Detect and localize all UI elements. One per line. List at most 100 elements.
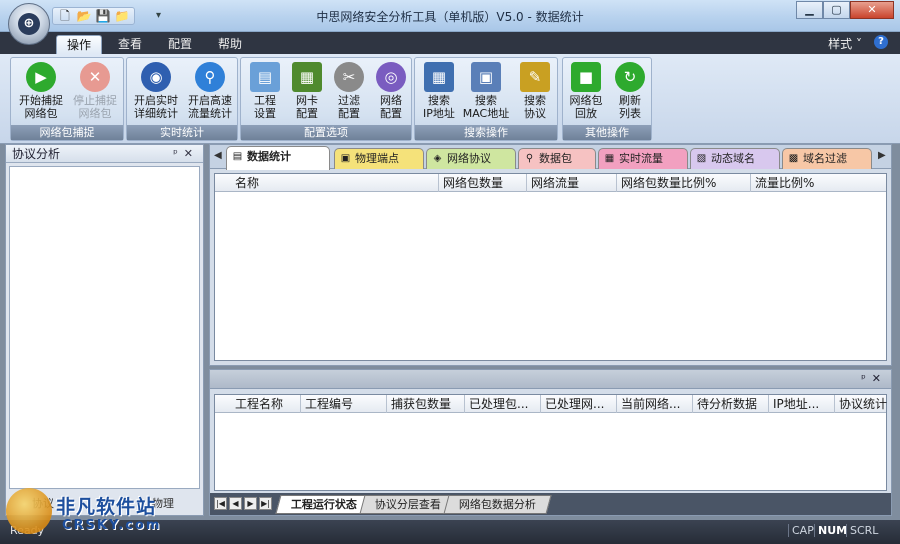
- scrl-indicator: SCRL: [846, 524, 881, 537]
- next-tab-icon[interactable]: ▶: [244, 497, 257, 510]
- tab-realtime-traffic[interactable]: ▦ 实时流量: [598, 148, 688, 169]
- start-capture-button[interactable]: ▶ 开始捕捉 网络包: [15, 60, 67, 120]
- search-ip-label-1: 搜索: [428, 94, 450, 107]
- watermark-logo-icon: [6, 488, 52, 534]
- bottom-close-icon[interactable]: ✕: [872, 372, 887, 385]
- ribbon: ▶ 开始捕捉 网络包 ✕ 停止捕捉 网络包 网络包捕捉 ◉ 开启实时 详细统计 …: [0, 54, 900, 144]
- last-tab-icon[interactable]: ▶|: [259, 497, 272, 510]
- group-label-search: 搜索操作: [415, 125, 557, 140]
- watermark-url: CRSKY.com: [62, 518, 162, 533]
- search-icon: ⚲: [195, 62, 225, 92]
- col-processed-network[interactable]: 已处理网...: [541, 395, 617, 413]
- group-search-operations: ▦ 搜索 IP地址 ▣ 搜索 MAC地址 ✎ 搜索 协议 搜索操作: [414, 57, 558, 141]
- filter-config-label-1: 过滤: [338, 94, 360, 107]
- col-traffic-ratio[interactable]: 流量比例%: [751, 174, 884, 192]
- refresh-list-button[interactable]: ↻ 刷新 列表: [609, 60, 651, 120]
- col-project-name[interactable]: 工程名称: [215, 395, 301, 413]
- search-ip-button[interactable]: ▦ 搜索 IP地址: [419, 60, 459, 120]
- protocol-tree[interactable]: [9, 166, 200, 489]
- style-menu[interactable]: 样式 ˅: [828, 35, 862, 52]
- tab-network-protocol[interactable]: ◈ 网络协议: [426, 148, 516, 169]
- globe-icon: ◎: [376, 62, 406, 92]
- protocol-search-icon: ✎: [520, 62, 550, 92]
- panel-header: 协议分析 ᵖ✕: [6, 145, 203, 163]
- col-protocol-stats[interactable]: 协议统计: [835, 395, 888, 413]
- window-title: 中思网络安全分析工具（单机版）V5.0 - 数据统计: [316, 10, 584, 24]
- search-protocol-button[interactable]: ✎ 搜索 协议: [515, 60, 555, 120]
- tab-data-statistics-label: 数据统计: [247, 150, 291, 163]
- col-captured-packets[interactable]: 捕获包数量: [387, 395, 465, 413]
- help-icon[interactable]: ?: [874, 35, 888, 49]
- search-protocol-label-1: 搜索: [524, 94, 546, 107]
- bottom-pin-icon[interactable]: ᵖ: [861, 372, 872, 385]
- tab-help[interactable]: 帮助: [208, 35, 252, 54]
- project-grid[interactable]: 工程名称 工程编号 捕获包数量 已处理包... 已处理网... 当前网络... …: [214, 394, 887, 491]
- tabs-scroll-left-icon[interactable]: ◀: [214, 150, 222, 161]
- project-grid-header: 工程名称 工程编号 捕获包数量 已处理包... 已处理网... 当前网络... …: [215, 395, 888, 413]
- packet-icon: ⚲: [525, 153, 534, 164]
- search-mac-label-1: 搜索: [475, 94, 497, 107]
- tab-protocol-layers[interactable]: 协议分层查看: [359, 495, 457, 514]
- nic-config-label-1: 网卡: [296, 94, 318, 107]
- tab-domain-filter[interactable]: ▩ 域名过滤: [782, 148, 872, 169]
- nic-config-button[interactable]: ▦ 网卡 配置: [287, 60, 327, 120]
- tab-physical-endpoints[interactable]: ▣ 物理端点: [334, 148, 424, 169]
- tab-data-statistics[interactable]: ▤ 数据统计: [226, 146, 330, 170]
- prev-tab-icon[interactable]: ◀: [229, 497, 242, 510]
- col-project-id[interactable]: 工程编号: [301, 395, 387, 413]
- packet-replay-label-1: 网络包: [569, 94, 603, 107]
- filter-config-button[interactable]: ✂ 过滤 配置: [329, 60, 369, 120]
- stop-capture-button[interactable]: ✕ 停止捕捉 网络包: [69, 60, 121, 120]
- realtime-detail-label-1: 开启实时: [134, 94, 178, 107]
- tab-project-status-label: 工程运行状态: [290, 498, 357, 511]
- refresh-list-label-2: 列表: [619, 107, 641, 120]
- col-pending-data[interactable]: 待分析数据: [693, 395, 769, 413]
- realtime-detail-stats-button[interactable]: ◉ 开启实时 详细统计: [129, 60, 183, 120]
- search-mac-label-2: MAC地址: [462, 107, 510, 120]
- packet-replay-button[interactable]: ■ 网络包 回放: [565, 60, 607, 120]
- domain-icon: ▧: [696, 153, 707, 164]
- col-name[interactable]: 名称: [215, 174, 439, 192]
- tab-packet-analysis[interactable]: 网络包数据分析: [443, 495, 552, 514]
- protocol-analysis-panel: 协议分析 ᵖ✕ 协议 物理: [5, 144, 204, 516]
- statistics-grid[interactable]: 名称 网络包数量 网络流量 网络包数量比例% 流量比例%: [214, 173, 887, 361]
- application-menu-button[interactable]: ⊕: [8, 3, 50, 45]
- filter-icon: ▩: [788, 153, 799, 164]
- col-packet-ratio[interactable]: 网络包数量比例%: [617, 174, 751, 192]
- refresh-list-label-1: 刷新: [619, 94, 641, 107]
- search-mac-button[interactable]: ▣ 搜索 MAC地址: [461, 60, 511, 120]
- group-other-operations: ■ 网络包 回放 ↻ 刷新 列表 其他操作: [562, 57, 652, 141]
- radar-icon: ◉: [141, 62, 171, 92]
- first-tab-icon[interactable]: |◀: [214, 497, 227, 510]
- ribbon-tab-bar: 操作 查看 配置 帮助: [0, 32, 900, 54]
- tabs-scroll-right-icon[interactable]: ▶: [878, 150, 886, 161]
- tab-packets[interactable]: ⚲ 数据包: [518, 148, 596, 169]
- group-realtime-stats: ◉ 开启实时 详细统计 ⚲ 开启高速 流量统计 实时统计: [126, 57, 238, 141]
- high-speed-label-2: 流量统计: [188, 107, 232, 120]
- col-traffic[interactable]: 网络流量: [527, 174, 617, 192]
- group-label-other: 其他操作: [563, 125, 651, 140]
- tab-network-protocol-label: 网络协议: [447, 152, 491, 165]
- close-button[interactable]: ✕: [850, 1, 894, 19]
- tab-config[interactable]: 配置: [158, 35, 202, 54]
- stop-capture-label-1: 停止捕捉: [73, 94, 117, 107]
- maximize-button[interactable]: ▢: [823, 1, 850, 19]
- col-ip-address[interactable]: IP地址...: [769, 395, 835, 413]
- col-current-network[interactable]: 当前网络...: [617, 395, 693, 413]
- tab-dynamic-domain[interactable]: ▧ 动态域名: [690, 148, 780, 169]
- tab-operation[interactable]: 操作: [56, 35, 103, 54]
- network-config-button[interactable]: ◎ 网络 配置: [371, 60, 411, 120]
- panel-close-icon[interactable]: ✕: [184, 147, 199, 160]
- col-packet-count[interactable]: 网络包数量: [439, 174, 527, 192]
- high-speed-traffic-button[interactable]: ⚲ 开启高速 流量统计: [183, 60, 237, 120]
- protocol-icon: ◈: [433, 153, 442, 164]
- tab-view[interactable]: 查看: [108, 35, 152, 54]
- col-processed-packets[interactable]: 已处理包...: [465, 395, 541, 413]
- tab-project-status[interactable]: 工程运行状态: [275, 495, 373, 514]
- minimize-button[interactable]: ▁: [796, 1, 823, 19]
- pin-icon[interactable]: ᵖ: [173, 147, 184, 160]
- project-settings-label-1: 工程: [254, 94, 276, 107]
- project-settings-button[interactable]: ▤ 工程 设置: [245, 60, 285, 120]
- watermark-title: 非凡软件站: [56, 496, 157, 518]
- tab-domain-filter-label: 域名过滤: [803, 152, 847, 165]
